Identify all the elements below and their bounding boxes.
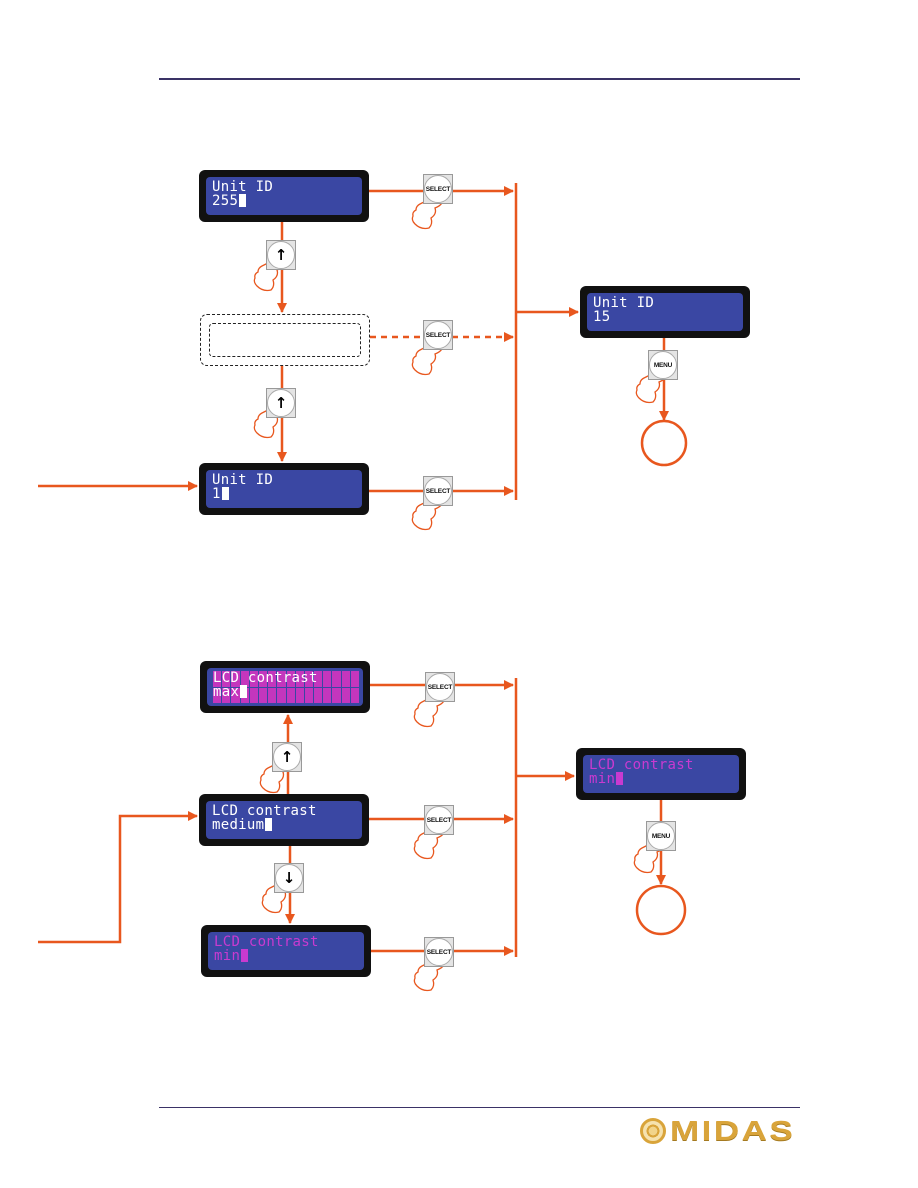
lcd-line1: Unit ID xyxy=(212,472,274,488)
lcd-contrast-min: LCD contrast min xyxy=(201,925,371,977)
down-key[interactable]: ↓ xyxy=(274,863,304,893)
lcd-line2: 15 xyxy=(593,309,611,325)
up-key[interactable]: ↑ xyxy=(272,742,302,772)
lcd-line2: 1 xyxy=(212,487,229,502)
up-key[interactable]: ↑ xyxy=(266,240,296,270)
up-arrow-icon: ↑ xyxy=(280,747,294,766)
select-key-label: SELECT xyxy=(425,331,451,339)
select-key[interactable]: SELECT xyxy=(425,672,455,702)
lcd-line2: min xyxy=(214,949,249,964)
select-key[interactable]: SELECT xyxy=(423,320,453,350)
select-key-label: SELECT xyxy=(427,683,453,691)
down-arrow-icon: ↓ xyxy=(282,868,296,887)
lcd-placeholder-dashed xyxy=(200,314,370,366)
up-arrow-icon: ↑ xyxy=(274,245,288,264)
lcd-line2: medium xyxy=(212,818,273,833)
cursor-block xyxy=(239,194,247,207)
lcd-contrast-max: LCD contrast max xyxy=(200,661,370,713)
lcd-line2: min xyxy=(589,772,624,787)
flow-connectors xyxy=(38,183,688,992)
menu-key[interactable]: MENU xyxy=(648,350,678,380)
cursor-block xyxy=(616,772,624,785)
menu-key-label: MENU xyxy=(651,832,671,840)
up-arrow-icon: ↑ xyxy=(274,393,288,412)
select-key[interactable]: SELECT xyxy=(423,476,453,506)
lcd-unit-id-15: Unit ID 15 xyxy=(580,286,750,338)
cursor-block xyxy=(265,818,273,831)
midas-wordmark: MIDAS xyxy=(670,1115,796,1146)
lcd-unit-id-255: Unit ID 255 xyxy=(199,170,369,222)
lcd-line2: 255 xyxy=(212,194,247,209)
up-key[interactable]: ↑ xyxy=(266,388,296,418)
select-key-label: SELECT xyxy=(425,487,451,495)
select-key-label: SELECT xyxy=(426,816,452,824)
select-key[interactable]: SELECT xyxy=(424,805,454,835)
midas-logo: MIDAS xyxy=(640,1115,793,1147)
cursor-block xyxy=(240,685,248,698)
cursor-block xyxy=(241,949,249,962)
cursor-block xyxy=(221,487,229,500)
lcd-unit-id-1: Unit ID 1 xyxy=(199,463,369,515)
end-circle xyxy=(635,884,687,936)
connector-left-entry xyxy=(38,811,198,944)
midas-emblem-icon xyxy=(640,1118,666,1144)
menu-key-label: MENU xyxy=(653,361,673,369)
select-key[interactable]: SELECT xyxy=(423,174,453,204)
menu-key[interactable]: MENU xyxy=(646,821,676,851)
select-key-label: SELECT xyxy=(425,185,451,193)
select-key[interactable]: SELECT xyxy=(424,937,454,967)
select-key-label: SELECT xyxy=(426,948,452,956)
lcd-line2: max xyxy=(213,685,248,700)
lcd-placeholder-inner xyxy=(209,323,361,357)
lcd-contrast-medium: LCD contrast medium xyxy=(199,794,369,846)
lcd-contrast-min-result: LCD contrast min xyxy=(576,748,746,800)
end-circle xyxy=(640,419,688,467)
